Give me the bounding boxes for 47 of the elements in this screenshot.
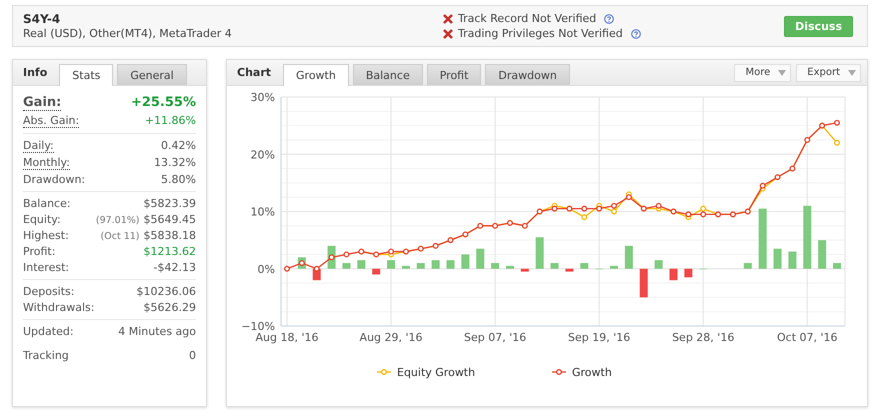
axis-label: 20% <box>250 148 275 162</box>
stat-value: $1213.62 <box>144 245 196 258</box>
stat-value: 4 Minutes ago <box>118 325 196 338</box>
stat-label: Highest: <box>23 229 69 242</box>
axis-label: Aug 29, '16 <box>360 331 423 344</box>
panel-title: Chart <box>237 66 272 79</box>
stat-value: -$42.13 <box>154 261 196 274</box>
stat-value: 0.42% <box>161 139 196 152</box>
stat-note: (97.01%) <box>96 215 140 226</box>
stat-value: +25.55% <box>130 95 196 110</box>
stat-label: Withdrawals: <box>23 301 94 314</box>
axis-label: 0% <box>258 262 275 276</box>
axis-label: Sep 07, '16 <box>464 331 526 344</box>
stat-value: $5626.29 <box>144 301 196 314</box>
axis-label: 30% <box>250 91 275 104</box>
stat-note: (Oct 11) <box>100 231 140 242</box>
account-title: S4Y-4 <box>23 12 62 26</box>
stat-label: Daily: <box>23 139 54 153</box>
axis-label: Aug 18, '16 <box>256 331 318 344</box>
stat-label: Updated: <box>23 325 74 338</box>
stat-label: Equity: <box>23 213 61 226</box>
panel-title: Info <box>23 66 48 79</box>
stat-label: Interest: <box>23 261 70 274</box>
stat-value: +11.86% <box>144 114 196 127</box>
stat-value: 13.32% <box>154 156 196 169</box>
stat-value: $5823.39 <box>144 197 196 210</box>
axis-label: Oct 07, '16 <box>777 331 838 344</box>
stat-value: $5838.18 <box>144 229 196 242</box>
axis-label: Sep 19, '16 <box>568 331 630 344</box>
stat-label: Deposits: <box>23 285 74 298</box>
stat-label: Tracking <box>23 349 69 362</box>
stat-value: $10236.06 <box>136 285 196 298</box>
stat-label: Gain: <box>23 95 62 111</box>
stat-label: Profit: <box>23 245 56 258</box>
axis-label: 10% <box>250 206 275 218</box>
axis-label: −10% <box>241 320 275 333</box>
stat-value: $5649.45 <box>144 213 196 226</box>
stat-label: Abs. Gain: <box>23 114 80 128</box>
account-subtitle: Real (USD), Other(MT4), MetaTrader 4 <box>23 27 233 40</box>
stat-label: Monthly: <box>23 156 70 170</box>
axis-label: Sep 28, '16 <box>672 331 734 344</box>
stat-value: 5.80% <box>161 173 196 186</box>
stat-label: Balance: <box>23 197 71 210</box>
verification-status: Trading Privileges Not Verified <box>458 27 623 40</box>
stat-value: 0 <box>189 349 196 362</box>
verification-status: Track Record Not Verified <box>458 12 596 25</box>
stat-label: Drawdown: <box>23 173 86 186</box>
